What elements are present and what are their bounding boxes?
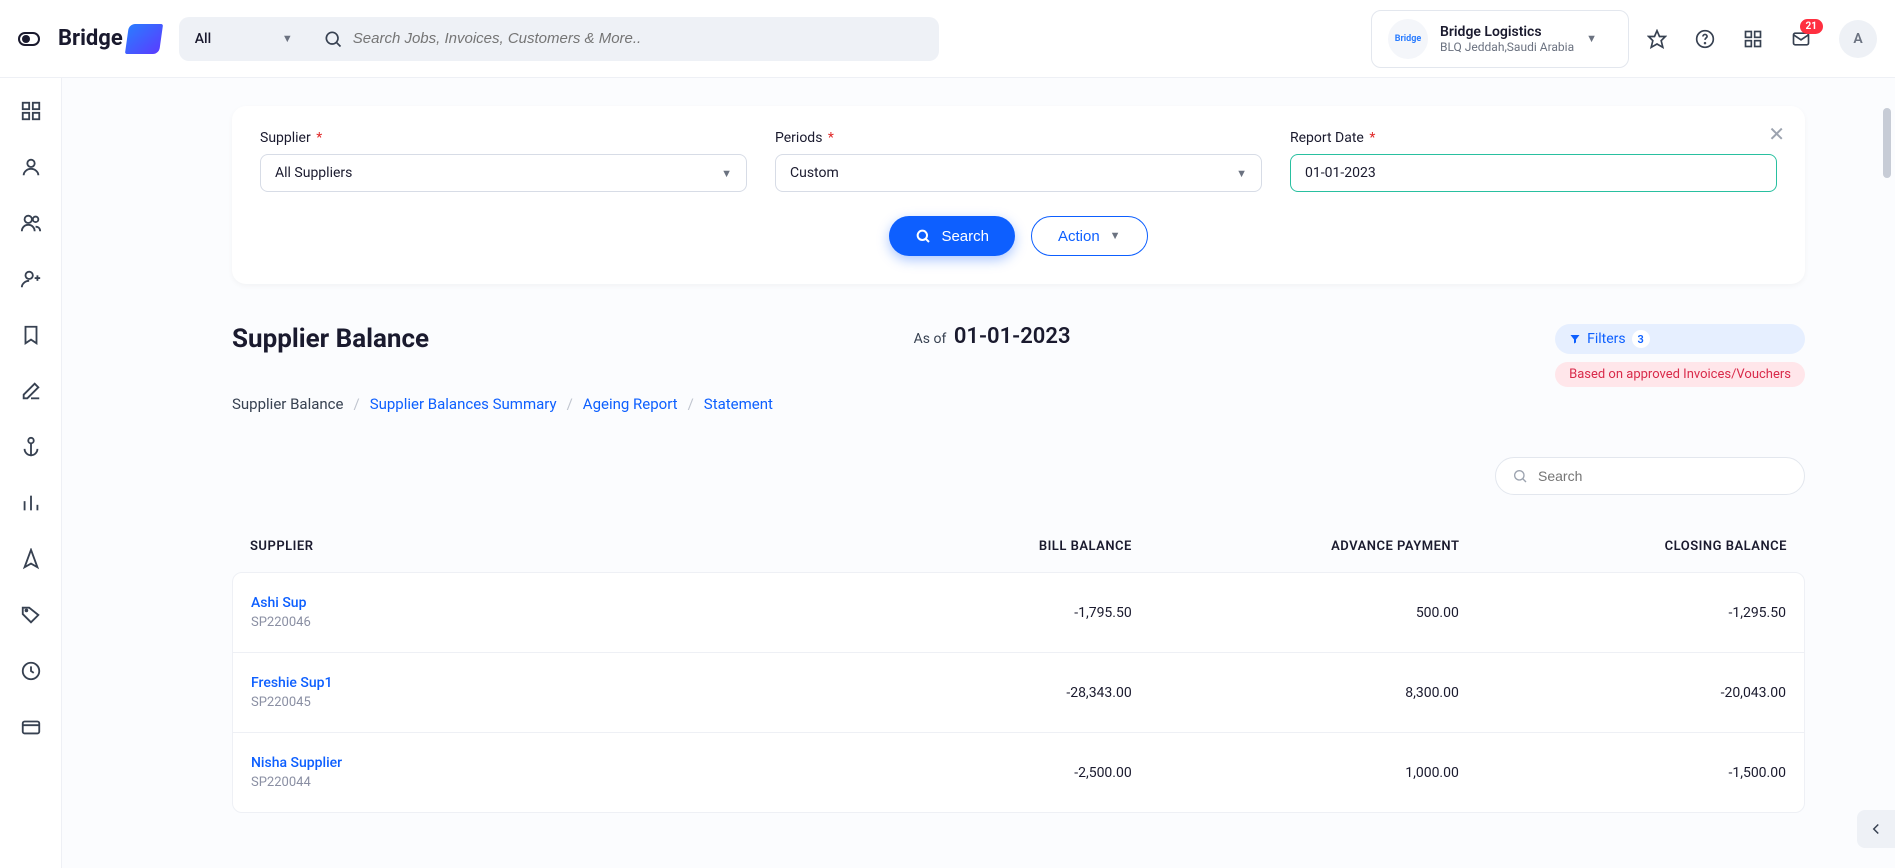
- table-search-input[interactable]: [1538, 468, 1788, 484]
- table-row[interactable]: Ashi Sup SP220046-1,795.50500.00-1,295.50: [233, 573, 1804, 653]
- org-location: BLQ Jeddah,Saudi Arabia: [1440, 40, 1574, 54]
- col-bill-balance: BILL BALANCE: [804, 539, 1132, 554]
- mail-icon[interactable]: 21: [1791, 29, 1811, 49]
- dashboard-icon[interactable]: [20, 100, 42, 122]
- table-row[interactable]: Nisha Supplier SP220044-2,500.001,000.00-…: [233, 733, 1804, 812]
- supplier-label: Supplier *: [260, 130, 747, 146]
- crumb-summary[interactable]: Supplier Balances Summary: [370, 395, 557, 413]
- filter-icon: [1569, 333, 1581, 345]
- supplier-value: All Suppliers: [275, 165, 352, 181]
- search-category-label: All: [195, 31, 211, 47]
- closing-balance: -1,500.00: [1459, 765, 1786, 781]
- org-logo-icon: Bridge: [1388, 19, 1428, 59]
- reports-icon[interactable]: [20, 492, 42, 514]
- filters-pill[interactable]: Filters 3: [1555, 324, 1805, 354]
- chevron-down-icon: ▼: [1586, 32, 1597, 45]
- filter-card: ✕ Supplier * All Suppliers ▼ Periods * C…: [232, 106, 1805, 284]
- crumb-supplier-balance[interactable]: Supplier Balance: [232, 395, 343, 413]
- history-icon[interactable]: [20, 660, 42, 682]
- periods-value: Custom: [790, 165, 839, 181]
- brand-logo[interactable]: Bridge: [58, 24, 161, 54]
- help-icon[interactable]: [1695, 29, 1715, 49]
- content-area: ✕ Supplier * All Suppliers ▼ Periods * C…: [62, 78, 1895, 868]
- navigation-icon[interactable]: [20, 548, 42, 570]
- notification-badge: 21: [1800, 19, 1823, 34]
- search-icon: [915, 228, 931, 244]
- search-button-label: Search: [941, 228, 989, 245]
- report-date-value: 01-01-2023: [1305, 165, 1376, 181]
- tag-icon[interactable]: [20, 604, 42, 626]
- scrollbar[interactable]: [1883, 108, 1891, 178]
- supplier-id: SP220046: [251, 615, 805, 630]
- brand-text: Bridge: [58, 26, 123, 51]
- col-closing-balance: CLOSING BALANCE: [1459, 539, 1787, 554]
- search-category-select[interactable]: All ▼: [179, 17, 309, 61]
- bookmark-icon[interactable]: [20, 324, 42, 346]
- filters-count: 3: [1632, 330, 1650, 348]
- supplier-name[interactable]: Ashi Sup: [251, 595, 805, 611]
- collapse-panel-button[interactable]: [1857, 810, 1895, 848]
- asof-text: As of 01-01-2023: [914, 324, 1071, 349]
- report-date-input[interactable]: 01-01-2023: [1290, 154, 1777, 192]
- search-icon: [1512, 468, 1528, 484]
- status-badge: Based on approved Invoices/Vouchers: [1555, 362, 1805, 387]
- filters-label: Filters: [1587, 331, 1626, 347]
- action-button-label: Action: [1058, 228, 1100, 245]
- bill-balance: -1,795.50: [805, 605, 1132, 621]
- chevron-down-icon: ▼: [282, 32, 293, 45]
- topbar: Bridge All ▼ Bridge Bridge Logistics BLQ…: [0, 0, 1895, 78]
- supplier-select[interactable]: All Suppliers ▼: [260, 154, 747, 192]
- org-name: Bridge Logistics: [1440, 24, 1574, 40]
- chevron-down-icon: ▼: [1110, 230, 1121, 242]
- brand-mark-icon: [125, 24, 163, 54]
- add-user-icon[interactable]: [20, 268, 42, 290]
- visibility-toggle-icon[interactable]: [18, 32, 40, 46]
- crumb-ageing[interactable]: Ageing Report: [583, 395, 678, 413]
- anchor-icon[interactable]: [20, 436, 42, 458]
- search-icon: [323, 29, 343, 49]
- table-row[interactable]: Freshie Sup1 SP220045-28,343.008,300.00-2…: [233, 653, 1804, 733]
- col-advance-payment: ADVANCE PAYMENT: [1132, 539, 1460, 554]
- crumb-statement[interactable]: Statement: [704, 395, 773, 413]
- supplier-id: SP220044: [251, 775, 805, 790]
- supplier-table: SUPPLIER BILL BALANCE ADVANCE PAYMENT CL…: [232, 521, 1805, 813]
- apps-grid-icon[interactable]: [1743, 29, 1763, 49]
- col-supplier: SUPPLIER: [250, 539, 804, 554]
- breadcrumb: Supplier Balance / Supplier Balances Sum…: [232, 395, 1805, 413]
- search-button[interactable]: Search: [889, 216, 1015, 256]
- global-search: All ▼: [179, 17, 939, 61]
- avatar-initial: A: [1853, 31, 1862, 47]
- advance-payment: 1,000.00: [1132, 765, 1459, 781]
- advance-payment: 8,300.00: [1132, 685, 1459, 701]
- page-title: Supplier Balance: [232, 324, 429, 354]
- user-avatar[interactable]: A: [1839, 20, 1877, 58]
- star-icon[interactable]: [1647, 29, 1667, 49]
- bill-balance: -28,343.00: [805, 685, 1132, 701]
- supplier-name[interactable]: Freshie Sup1: [251, 675, 805, 691]
- close-icon[interactable]: ✕: [1768, 122, 1785, 146]
- edit-icon[interactable]: [20, 380, 42, 402]
- user-icon[interactable]: [20, 156, 42, 178]
- sidebar: [0, 78, 62, 868]
- closing-balance: -20,043.00: [1459, 685, 1786, 701]
- bill-balance: -2,500.00: [805, 765, 1132, 781]
- closing-balance: -1,295.50: [1459, 605, 1786, 621]
- action-button[interactable]: Action ▼: [1031, 216, 1148, 256]
- chevron-down-icon: ▼: [1236, 167, 1247, 180]
- report-date-label: Report Date *: [1290, 130, 1777, 146]
- users-icon[interactable]: [20, 212, 42, 234]
- supplier-name[interactable]: Nisha Supplier: [251, 755, 805, 771]
- asof-date: 01-01-2023: [954, 324, 1071, 349]
- supplier-id: SP220045: [251, 695, 805, 710]
- periods-select[interactable]: Custom ▼: [775, 154, 1262, 192]
- table-search-box: [1495, 457, 1805, 495]
- chevron-down-icon: ▼: [721, 167, 732, 180]
- advance-payment: 500.00: [1132, 605, 1459, 621]
- card-icon[interactable]: [20, 716, 42, 738]
- organization-select[interactable]: Bridge Bridge Logistics BLQ Jeddah,Saudi…: [1371, 10, 1629, 68]
- periods-label: Periods *: [775, 130, 1262, 146]
- global-search-input[interactable]: [353, 30, 925, 47]
